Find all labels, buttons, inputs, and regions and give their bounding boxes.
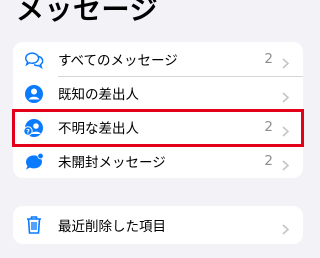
filter-unread-count: 2 — [264, 153, 273, 169]
filter-known-senders[interactable]: 既知の差出人 — [13, 76, 303, 110]
filter-all-count: 2 — [264, 51, 273, 67]
bubbles-icon — [23, 49, 45, 71]
chevron-right-icon — [282, 156, 290, 175]
highlight-box — [12, 109, 304, 147]
recently-deleted-row[interactable]: 最近削除した項目 — [13, 206, 303, 244]
filter-all-label: すべてのメッセージ — [58, 53, 178, 69]
chevron-right-icon — [282, 88, 290, 107]
trash-icon — [23, 214, 45, 236]
person-circle-icon — [23, 83, 45, 105]
recently-deleted-label: 最近削除した項目 — [58, 219, 166, 235]
page-title: メッセージ — [16, 0, 158, 26]
chevron-right-icon — [282, 54, 290, 73]
filter-unread-messages[interactable]: 未開封メッセージ 2 — [13, 144, 303, 178]
chevron-right-icon — [282, 220, 290, 239]
filter-known-label: 既知の差出人 — [58, 87, 139, 103]
filter-unread-label: 未開封メッセージ — [58, 155, 166, 171]
recently-deleted-card: 最近削除した項目 — [13, 206, 303, 244]
bubble-unread-icon — [23, 151, 45, 173]
filter-all-messages[interactable]: すべてのメッセージ 2 — [13, 42, 303, 76]
